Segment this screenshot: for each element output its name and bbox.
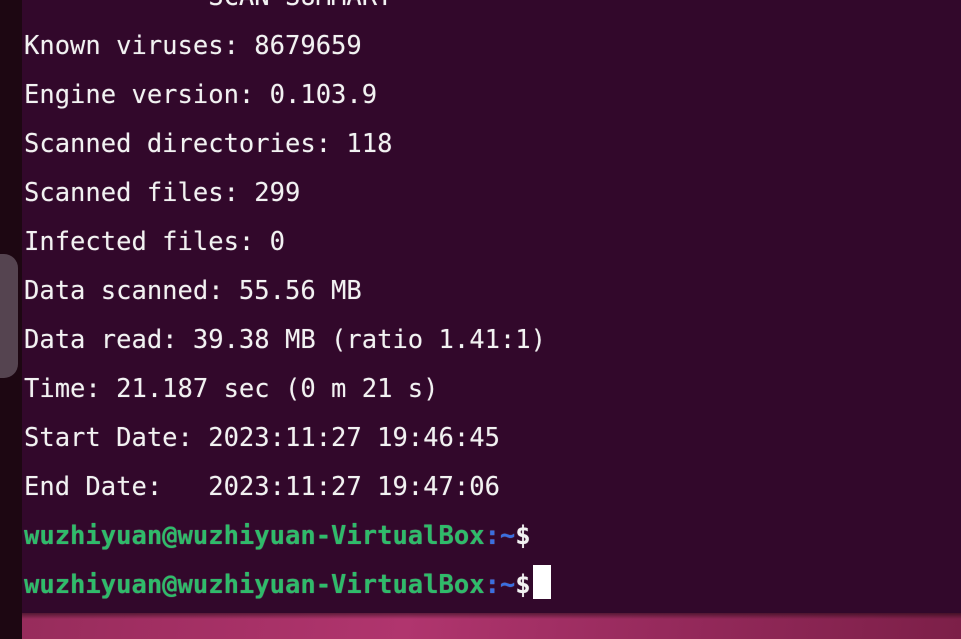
prompt-user-host: wuzhiyuan@wuzhiyuan-VirtualBox bbox=[24, 521, 485, 551]
terminal-line-scan-summary-header: ----------- SCAN SUMMARY ----------- bbox=[24, 0, 959, 22]
text-cursor bbox=[532, 565, 551, 599]
terminal-line-scanned-directories: Scanned directories: 118 bbox=[24, 129, 393, 159]
desktop-dock[interactable] bbox=[0, 0, 22, 639]
terminal-line-infected-files: Infected files: 0 bbox=[24, 227, 285, 257]
prompt-path: :~ bbox=[484, 521, 516, 551]
terminal-window[interactable]: ----------- SCAN SUMMARY ----------- Kno… bbox=[22, 0, 961, 613]
shell-prompt-active[interactable]: wuzhiyuan@wuzhiyuan-VirtualBox:~$ bbox=[24, 561, 959, 610]
prompt-user-host: wuzhiyuan@wuzhiyuan-VirtualBox bbox=[24, 570, 485, 600]
dock-app-icon[interactable] bbox=[0, 254, 18, 378]
terminal-line-elapsed-time: Time: 21.187 sec (0 m 21 s) bbox=[24, 374, 439, 404]
prompt-path: :~ bbox=[484, 570, 516, 600]
terminal-line-data-read: Data read: 39.38 MB (ratio 1.41:1) bbox=[24, 325, 546, 355]
prompt-symbol: $ bbox=[515, 570, 531, 600]
shell-prompt-previous: wuzhiyuan@wuzhiyuan-VirtualBox:~$ bbox=[24, 512, 959, 561]
screen: ----------- SCAN SUMMARY ----------- Kno… bbox=[0, 0, 961, 639]
prompt-symbol: $ bbox=[515, 521, 531, 551]
terminal-line-scanned-files: Scanned files: 299 bbox=[24, 178, 301, 208]
terminal-line-data-scanned: Data scanned: 55.56 MB bbox=[24, 276, 362, 306]
terminal-line-known-viruses: Known viruses: 8679659 bbox=[24, 31, 362, 61]
terminal-line-end-date: End Date: 2023:11:27 19:47:06 bbox=[24, 472, 500, 502]
terminal-output-area[interactable]: ----------- SCAN SUMMARY ----------- Kno… bbox=[24, 0, 959, 610]
terminal-line-engine-version: Engine version: 0.103.9 bbox=[24, 80, 378, 110]
terminal-line-start-date: Start Date: 2023:11:27 19:46:45 bbox=[24, 423, 500, 453]
